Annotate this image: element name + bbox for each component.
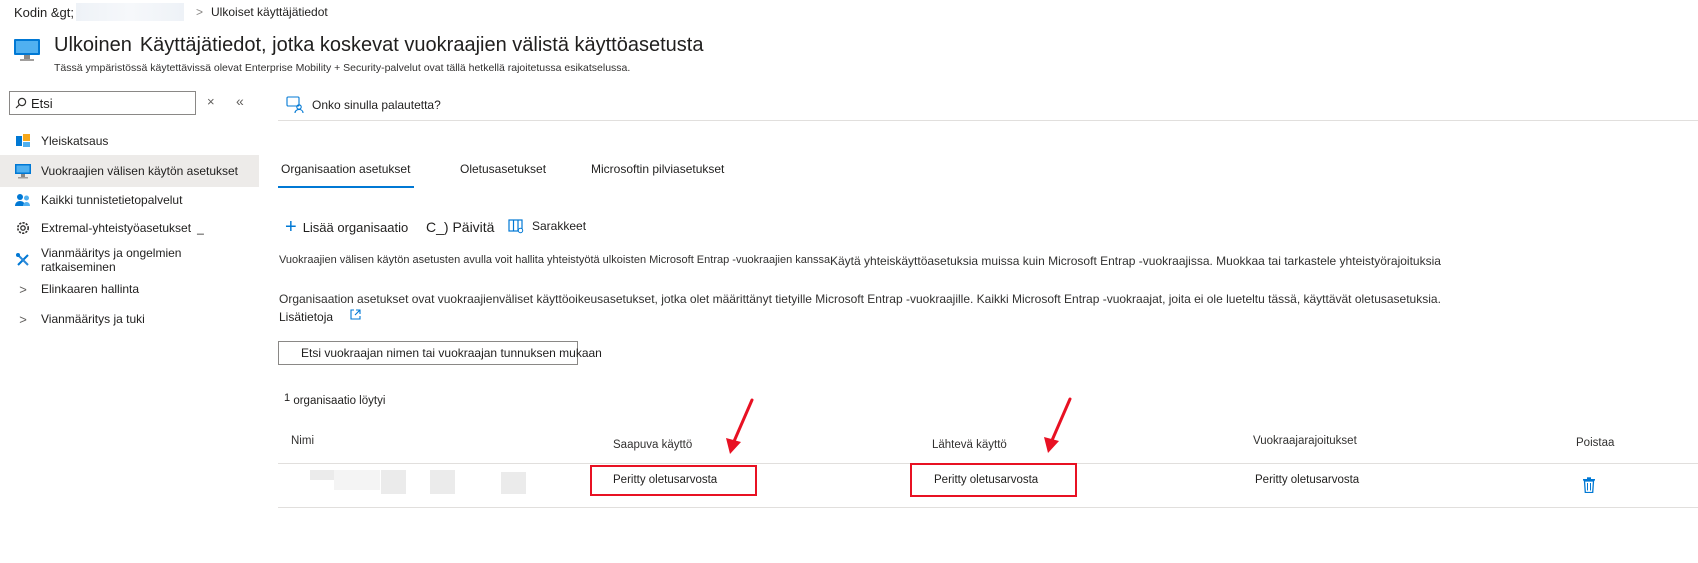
breadcrumb: Kodin &gt; > Ulkoiset käyttäjätiedot — [14, 3, 328, 21]
columns-button[interactable]: Sarakkeet — [508, 218, 586, 234]
info-text-3: Organisaation asetukset ovat vuokraajien… — [279, 292, 1441, 306]
info-text-1: Vuokraajien välisen käytön asetusten avu… — [279, 254, 834, 266]
tab-microsoft-cloud-settings[interactable]: Microsoftin pilviasetukset — [591, 162, 724, 176]
active-tab-indicator — [278, 186, 414, 188]
sidebar-item-external-collaboration[interactable]: Extremal-yhteistyöasetukset _ — [0, 212, 259, 244]
column-header-restrictions[interactable]: Vuokraajarajoitukset — [1253, 435, 1357, 447]
sidebar-item-lifecycle[interactable]: > Elinkaaren hallinta — [0, 273, 259, 305]
feedback-person-icon — [286, 96, 304, 114]
breadcrumb-redacted — [76, 3, 184, 21]
refresh-button[interactable]: C_) Päivitä — [426, 219, 494, 235]
wrench-icon — [13, 252, 33, 268]
monitor-icon — [13, 163, 33, 179]
monitor-icon — [14, 39, 40, 61]
column-header-name[interactable]: Nimi — [291, 435, 314, 447]
annotation-box-inbound — [590, 465, 757, 496]
tenant-restrictions-value[interactable]: Peritty oletusarvosta — [1255, 474, 1359, 486]
trash-icon[interactable] — [1582, 477, 1596, 493]
annotation-arrow-icon — [726, 398, 754, 454]
divider — [278, 120, 1698, 121]
clear-icon[interactable]: × — [207, 94, 215, 109]
column-header-inbound[interactable]: Saapuva käyttö — [613, 439, 692, 451]
annotation-arrow-icon — [1044, 397, 1072, 453]
sidebar-search-input[interactable] — [31, 95, 181, 111]
column-header-delete[interactable]: Poistaa — [1576, 437, 1614, 449]
chevron-right-icon: > — [19, 311, 27, 327]
annotation-box-outbound — [910, 463, 1077, 497]
sidebar-search-box[interactable] — [9, 91, 196, 115]
feedback-button[interactable]: Onko sinulla palautetta? — [286, 96, 441, 114]
column-header-outbound[interactable]: Lähtevä käyttö — [932, 439, 1007, 451]
tab-organization-settings[interactable]: Organisaation asetukset — [281, 162, 410, 176]
users-icon — [13, 192, 33, 208]
sidebar-item-support[interactable]: > Vianmääritys ja tuki — [0, 303, 259, 335]
table-row-divider — [278, 507, 1698, 508]
breadcrumb-home[interactable]: Kodin &gt; — [14, 5, 74, 20]
page-subtitle: Tässä ympäristössä käytettävissä olevat … — [54, 62, 631, 74]
redacted-name — [310, 470, 334, 480]
chevron-right-icon: > — [196, 5, 204, 19]
results-count: 1 organisaatio löytyi — [284, 392, 386, 407]
tenant-search-input[interactable]: Etsi vuokraajan nimen tai vuokraajan tun… — [301, 346, 602, 360]
overview-icon — [13, 133, 33, 149]
sidebar-item-cross-tenant-settings[interactable]: Vuokraajien välisen käytön asetukset — [0, 155, 259, 187]
sidebar-item-troubleshooting[interactable]: Vianmääritys ja ongelmien ratkaiseminen — [0, 244, 259, 276]
search-icon — [15, 97, 27, 109]
breadcrumb-current: Ulkoiset käyttäjätiedot — [211, 5, 328, 19]
sidebar-item-overview[interactable]: Yleiskatsaus — [0, 125, 259, 157]
tab-default-settings[interactable]: Oletusasetukset — [460, 162, 546, 176]
collapse-sidebar-icon[interactable]: « — [236, 93, 244, 109]
gear-icon — [13, 220, 33, 236]
page-title: Ulkoinen Käyttäjätiedot, jotka koskevat v… — [54, 34, 704, 56]
tenant-search-box[interactable]: Etsi vuokraajan nimen tai vuokraajan tun… — [278, 341, 602, 365]
learn-more-link[interactable]: Lisätietoja — [279, 310, 333, 324]
add-organization-button[interactable]: + Lisää organisaatio — [285, 216, 408, 238]
columns-icon — [508, 219, 524, 234]
chevron-right-icon: > — [19, 281, 27, 297]
plus-icon: + — [285, 216, 297, 238]
external-link-icon[interactable] — [350, 309, 361, 320]
info-text-2: Käytä yhteiskäyttöasetuksia muissa kuin … — [830, 254, 1441, 268]
